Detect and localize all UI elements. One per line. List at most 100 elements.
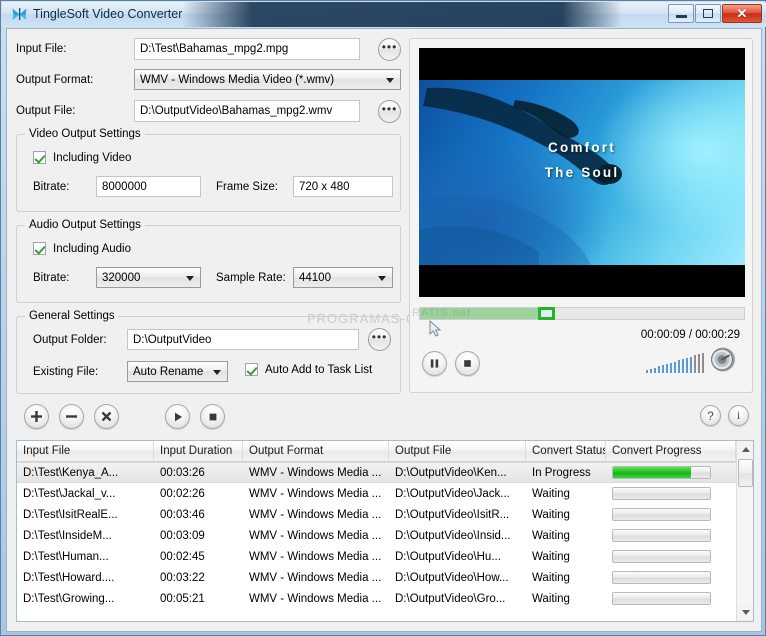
table-vertical-scrollbar[interactable] — [736, 441, 753, 621]
minimize-button[interactable] — [668, 4, 694, 23]
cell-convert-status: In Progress — [526, 467, 606, 479]
table-column-header[interactable]: Input Duration — [154, 441, 243, 461]
browse-output-file-button[interactable]: ••• — [378, 100, 401, 123]
preview-panel: Comfort The Soul RATIS.net 00:00:09 / 00… — [409, 38, 753, 393]
close-button[interactable]: ✕ — [722, 4, 762, 23]
table-row[interactable]: D:\Test\IsitRealE...00:03:46WMV - Window… — [17, 504, 753, 525]
table-row[interactable]: D:\Test\Howard....00:03:22WMV - Windows … — [17, 567, 753, 588]
cell-output-file: D:\OutputVideo\Jack... — [389, 488, 526, 500]
cell-convert-status: Waiting — [526, 488, 606, 500]
cell-input-duration: 00:03:22 — [154, 572, 243, 584]
volume-bar[interactable] — [698, 354, 700, 373]
help-button[interactable]: ? — [700, 405, 721, 426]
chevron-down-icon — [378, 276, 386, 281]
transport-controls — [422, 351, 480, 376]
video-frame-image: Comfort The Soul — [419, 80, 745, 265]
volume-bar[interactable] — [690, 357, 692, 373]
table-row[interactable]: D:\Test\InsideM...00:03:09WMV - Windows … — [17, 525, 753, 546]
input-file-label: Input File: — [16, 43, 67, 55]
table-column-header[interactable]: Output File — [389, 441, 526, 461]
volume-bar[interactable] — [662, 365, 664, 373]
stop-square-icon — [207, 411, 219, 423]
cell-output-file: D:\OutputVideo\Insid... — [389, 530, 526, 542]
including-audio-checkbox[interactable] — [33, 242, 46, 255]
table-column-header[interactable]: Convert Status — [526, 441, 606, 461]
chevron-down-icon — [386, 78, 394, 83]
task-toolbar — [24, 404, 225, 429]
remove-task-button[interactable] — [59, 404, 84, 429]
existing-file-select[interactable]: Auto Rename — [127, 361, 228, 382]
video-preview-screen[interactable]: Comfort The Soul — [419, 48, 745, 297]
audio-output-settings-title: Audio Output Settings — [25, 219, 145, 231]
table-column-header[interactable]: Convert Progress — [606, 441, 736, 461]
including-video-checkbox[interactable] — [33, 151, 46, 164]
volume-bar[interactable] — [686, 358, 688, 373]
output-format-select[interactable]: WMV - Windows Media Video (*.wmv) — [134, 69, 401, 90]
cell-input-duration: 00:03:26 — [154, 467, 243, 479]
progress-bar — [612, 508, 711, 521]
clear-tasks-button[interactable] — [94, 404, 119, 429]
volume-bar[interactable] — [682, 359, 684, 373]
output-file-field[interactable]: D:\OutputVideo\Bahamas_mpg2.wmv — [134, 100, 360, 122]
volume-bar[interactable] — [674, 362, 676, 374]
browse-output-folder-button[interactable]: ••• — [368, 328, 391, 351]
volume-bar[interactable] — [702, 353, 704, 373]
stop-playback-button[interactable] — [455, 351, 480, 376]
table-row[interactable]: D:\Test\Growing...00:05:21WMV - Windows … — [17, 588, 753, 609]
start-conversion-button[interactable] — [165, 404, 190, 429]
maximize-button[interactable] — [695, 4, 721, 23]
video-bitrate-label: Bitrate: — [33, 181, 69, 193]
table-header-row: Input FileInput DurationOutput FormatOut… — [17, 441, 753, 462]
triangle-down-icon — [742, 610, 750, 615]
cell-output-format: WMV - Windows Media ... — [243, 467, 389, 479]
input-file-field[interactable]: D:\Test\Bahamas_mpg2.mpg — [134, 38, 360, 60]
pause-button[interactable] — [422, 351, 447, 376]
time-display: 00:00:09 / 00:00:29 — [641, 329, 740, 341]
plus-icon — [30, 410, 43, 423]
volume-bar[interactable] — [654, 368, 656, 373]
scroll-down-button[interactable] — [737, 604, 754, 621]
about-button[interactable]: i — [728, 405, 749, 426]
volume-bar[interactable] — [678, 360, 680, 373]
sample-rate-value: 44100 — [299, 272, 331, 284]
cell-input-file: D:\Test\IsitRealE... — [17, 509, 154, 521]
sample-rate-select[interactable]: 44100 — [293, 267, 393, 288]
volume-bar[interactable] — [694, 355, 696, 373]
table-column-header[interactable]: Input File — [17, 441, 154, 461]
browse-input-file-button[interactable]: ••• — [378, 38, 401, 61]
progress-bar — [612, 487, 711, 500]
auto-add-to-task-list-checkbox[interactable] — [245, 363, 258, 376]
video-overlay-line-1: Comfort — [419, 140, 745, 155]
output-format-value: WMV - Windows Media Video (*.wmv) — [140, 74, 334, 86]
audio-bitrate-select[interactable]: 320000 — [96, 267, 201, 288]
volume-bar[interactable] — [666, 364, 668, 373]
including-video-label: Including Video — [53, 152, 131, 164]
stop-conversion-button[interactable] — [200, 404, 225, 429]
scrollbar-thumb[interactable] — [738, 459, 753, 487]
volume-bar[interactable] — [670, 363, 672, 373]
cell-input-duration: 00:03:46 — [154, 509, 243, 521]
help-toolbar: ? i — [700, 405, 749, 426]
table-row[interactable]: D:\Test\Human...00:02:45WMV - Windows Me… — [17, 546, 753, 567]
video-output-settings-group: Video Output Settings Including Video Bi… — [16, 134, 401, 212]
seek-slider[interactable] — [419, 307, 745, 320]
volume-bar[interactable] — [650, 369, 652, 373]
frame-size-field[interactable]: 720 x 480 — [293, 176, 393, 197]
seek-thumb[interactable] — [538, 307, 555, 320]
cell-input-duration: 00:02:45 — [154, 551, 243, 563]
volume-slider[interactable] — [646, 347, 704, 373]
volume-bar[interactable] — [646, 370, 648, 373]
volume-bar[interactable] — [658, 366, 660, 373]
output-folder-field[interactable]: D:\OutputVideo — [127, 329, 359, 350]
table-row[interactable]: D:\Test\Kenya_A...00:03:26WMV - Windows … — [17, 462, 753, 483]
progress-bar — [612, 550, 711, 563]
scroll-up-button[interactable] — [737, 441, 754, 458]
cell-convert-progress — [606, 592, 736, 605]
table-column-header[interactable]: Output Format — [243, 441, 389, 461]
add-task-button[interactable] — [24, 404, 49, 429]
client-area: PROGRAMAS-GRATIS.net Input File: D:\Test… — [6, 28, 762, 632]
speaker-icon[interactable] — [710, 346, 737, 373]
cell-input-duration: 00:05:21 — [154, 593, 243, 605]
video-bitrate-field[interactable]: 8000000 — [96, 176, 201, 197]
table-row[interactable]: D:\Test\Jackal_v...00:02:26WMV - Windows… — [17, 483, 753, 504]
